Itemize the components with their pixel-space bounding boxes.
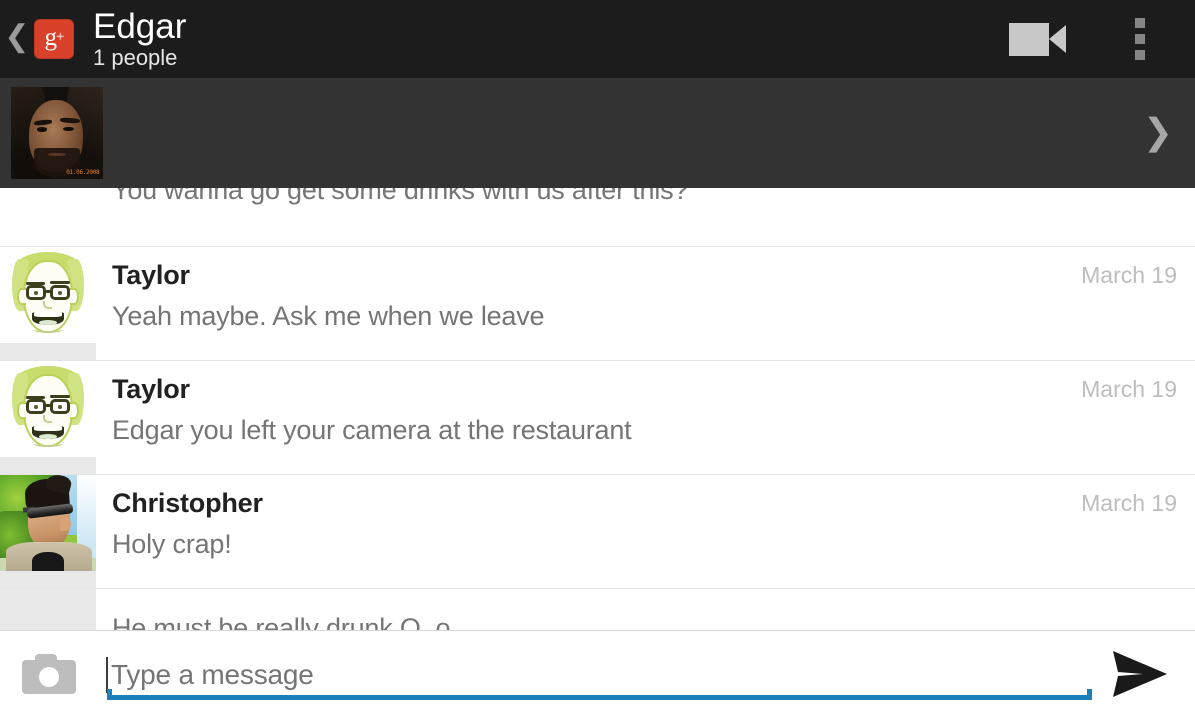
avatar[interactable] (0, 475, 96, 571)
video-call-button[interactable] (989, 0, 1085, 78)
message-text: You wanna go get some drinks with us aft… (112, 188, 689, 205)
message-text: Holy crap! (112, 529, 232, 559)
message-sender: Christopher (112, 488, 263, 518)
send-paper-plane-icon (1113, 650, 1167, 697)
message-body: Taylor Edgar you left your camera at the… (96, 361, 1195, 474)
message-body: You wanna go get some drinks with us aft… (96, 188, 1195, 207)
participant-avatar-edgar[interactable]: 01.06.2008 (11, 87, 103, 179)
google-plus-logo-glyph: g+ (44, 24, 65, 51)
camera-button[interactable] (0, 631, 98, 716)
avatar-cartoon-face (0, 247, 96, 343)
message-timestamp: March 19 (1081, 490, 1177, 516)
table-row[interactable]: Taylor Yeah maybe. Ask me when we leave … (0, 246, 1195, 360)
camera-icon (22, 653, 76, 694)
message-input-wrap (98, 631, 1092, 716)
input-underline (107, 688, 1092, 700)
photo-timestamp-watermark: 01.06.2008 (66, 169, 100, 177)
message-sender: Taylor (112, 374, 190, 404)
app-header: ❮ g+ Edgar 1 people (0, 0, 1195, 78)
table-row[interactable]: Taylor Edgar you left your camera at the… (0, 360, 1195, 474)
page-title: Edgar (93, 6, 187, 46)
hangouts-conversation-screen: ❮ g+ Edgar 1 people 01.06.2008 ❯ You wan… (0, 0, 1195, 716)
table-row[interactable]: Christopher Holy crap! March 19 (0, 474, 1195, 588)
back-chevron-icon[interactable]: ❮ (0, 0, 34, 78)
message-timestamp: March 19 (1081, 376, 1177, 402)
header-titles: Edgar 1 people (93, 6, 187, 71)
participant-count: 1 people (93, 44, 178, 70)
avatar-gutter (0, 475, 96, 588)
send-button[interactable] (1085, 631, 1195, 716)
participant-strip: 01.06.2008 ❯ (0, 78, 1195, 188)
message-sender: Taylor (112, 260, 190, 290)
overflow-menu-button[interactable] (1085, 0, 1195, 78)
avatar[interactable] (0, 361, 96, 457)
header-actions (989, 0, 1195, 78)
google-plus-logo[interactable]: g+ (34, 19, 74, 59)
avatar-cartoon-face (0, 361, 96, 457)
avatar-gutter (0, 361, 96, 474)
message-text: Yeah maybe. Ask me when we leave (112, 301, 545, 331)
message-input[interactable] (111, 654, 1086, 695)
avatar-photo-man-sunglasses (0, 475, 96, 571)
overflow-menu-icon (1135, 18, 1145, 28)
video-camera-icon (1008, 22, 1066, 56)
table-row[interactable]: You wanna go get some drinks with us aft… (0, 188, 1195, 246)
text-caret (106, 656, 108, 693)
message-body: Taylor Yeah maybe. Ask me when we leave … (96, 247, 1195, 360)
chevron-right-icon[interactable]: ❯ (1121, 78, 1195, 188)
avatar-photo-dark-portrait: 01.06.2008 (11, 87, 103, 179)
avatar[interactable] (0, 247, 96, 343)
message-text: Edgar you left your camera at the restau… (112, 415, 632, 445)
avatar-gutter (0, 247, 96, 360)
message-body: Christopher Holy crap! March 19 (96, 475, 1195, 588)
message-composer (0, 630, 1195, 716)
message-timestamp: March 19 (1081, 262, 1177, 288)
